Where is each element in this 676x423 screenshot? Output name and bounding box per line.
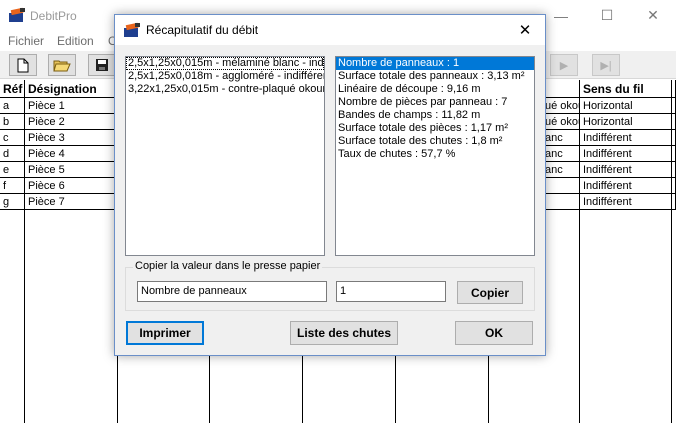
header-designation[interactable]: Désignation (25, 80, 118, 98)
cell-designation[interactable]: Pièce 2 (25, 114, 118, 130)
cell-material[interactable] (545, 178, 580, 194)
list-item[interactable]: Surface totale des pièces : 1,17 m² (336, 122, 534, 135)
cell-material[interactable]: anc (545, 146, 580, 162)
cell-sens[interactable]: Indifférent (580, 178, 676, 194)
app-icon (9, 7, 25, 22)
cell-designation[interactable]: Pièce 3 (25, 130, 118, 146)
copy-value-field[interactable]: 1 (336, 281, 446, 302)
dialog-title-bar: Récapitulatif du débit ✕ (115, 15, 545, 45)
cell-material[interactable] (545, 194, 580, 210)
cell-designation[interactable]: Pièce 4 (25, 146, 118, 162)
next-record-button[interactable]: ▶ (550, 54, 578, 76)
cell-sens[interactable]: Indifférent (580, 162, 676, 178)
open-folder-button[interactable] (48, 54, 76, 76)
ok-button[interactable]: OK (455, 321, 533, 345)
maximize-button[interactable]: ☐ (584, 0, 630, 31)
cell-designation[interactable]: Pièce 6 (25, 178, 118, 194)
header-material[interactable] (545, 80, 580, 98)
last-record-button[interactable]: ▶| (592, 54, 620, 76)
cell-ref[interactable]: g (0, 194, 25, 210)
header-ref[interactable]: Réf (0, 80, 25, 98)
copy-group: Copier la valeur dans le presse papier N… (125, 260, 535, 311)
cell-designation[interactable]: Pièce 1 (25, 98, 118, 114)
list-item[interactable]: 2,5x1,25x0,018m - aggloméré - indifféren… (126, 70, 324, 83)
copy-group-legend: Copier la valeur dans le presse papier (133, 260, 323, 272)
cell-material[interactable]: anc (545, 162, 580, 178)
save-button[interactable] (88, 54, 116, 76)
save-icon (96, 59, 108, 71)
copy-button[interactable]: Copier (457, 281, 523, 304)
cell-material[interactable]: ué okoum (545, 98, 580, 114)
print-button[interactable]: Imprimer (126, 321, 204, 345)
list-item[interactable]: Taux de chutes : 57,7 % (336, 148, 534, 161)
header-sens[interactable]: Sens du fil (580, 80, 676, 98)
dialog-close-button[interactable]: ✕ (505, 15, 545, 45)
cell-sens[interactable]: Indifférent (580, 146, 676, 162)
cell-ref[interactable]: f (0, 178, 25, 194)
cell-designation[interactable]: Pièce 7 (25, 194, 118, 210)
app-icon (124, 22, 140, 37)
close-button[interactable]: ✕ (630, 0, 676, 31)
cell-material[interactable]: ué okoum (545, 114, 580, 130)
cell-ref[interactable]: d (0, 146, 25, 162)
recap-dialog: Récapitulatif du débit ✕ 2,5x1,25x0,015m… (114, 14, 546, 356)
cell-designation[interactable]: Pièce 5 (25, 162, 118, 178)
cell-ref[interactable]: b (0, 114, 25, 130)
list-item[interactable]: Surface totale des chutes : 1,8 m² (336, 135, 534, 148)
cell-material[interactable]: anc (545, 130, 580, 146)
list-item[interactable]: 2,5x1,25x0,015m - mélaminé blanc - indif… (126, 57, 324, 70)
open-folder-icon (53, 60, 71, 72)
copy-name-field[interactable]: Nombre de panneaux (137, 281, 327, 302)
list-item[interactable]: Bandes de champs : 11,82 m (336, 109, 534, 122)
offcuts-list-button[interactable]: Liste des chutes (290, 321, 398, 345)
new-file-button[interactable] (9, 54, 37, 76)
menu-fichier[interactable]: Fichier (8, 34, 44, 48)
cell-sens[interactable]: Horizontal (580, 98, 676, 114)
grid-divider (24, 80, 25, 423)
list-item[interactable]: Nombre de pièces par panneau : 7 (336, 96, 534, 109)
list-item[interactable]: 3,22x1,25x0,015m - contre-plaqué okoum (126, 83, 324, 96)
cell-sens[interactable]: Indifférent (580, 194, 676, 210)
list-item[interactable]: Surface totale des panneaux : 3,13 m² (336, 70, 534, 83)
grid-divider (579, 80, 580, 423)
summary-list[interactable]: Nombre de panneaux : 1 Surface totale de… (335, 56, 535, 256)
cell-ref[interactable]: c (0, 130, 25, 146)
panels-list[interactable]: 2,5x1,25x0,015m - mélaminé blanc - indif… (125, 56, 325, 256)
cell-ref[interactable]: e (0, 162, 25, 178)
new-file-icon (17, 58, 29, 72)
window-title: DebitPro (30, 9, 77, 23)
dialog-title: Récapitulatif du débit (146, 23, 259, 37)
cell-sens[interactable]: Horizontal (580, 114, 676, 130)
list-item[interactable]: Linéaire de découpe : 9,16 m (336, 83, 534, 96)
grid-divider (671, 80, 672, 423)
cell-sens[interactable]: Indifférent (580, 130, 676, 146)
menu-edition[interactable]: Edition (57, 34, 94, 48)
list-item[interactable]: Nombre de panneaux : 1 (336, 57, 534, 70)
cell-ref[interactable]: a (0, 98, 25, 114)
